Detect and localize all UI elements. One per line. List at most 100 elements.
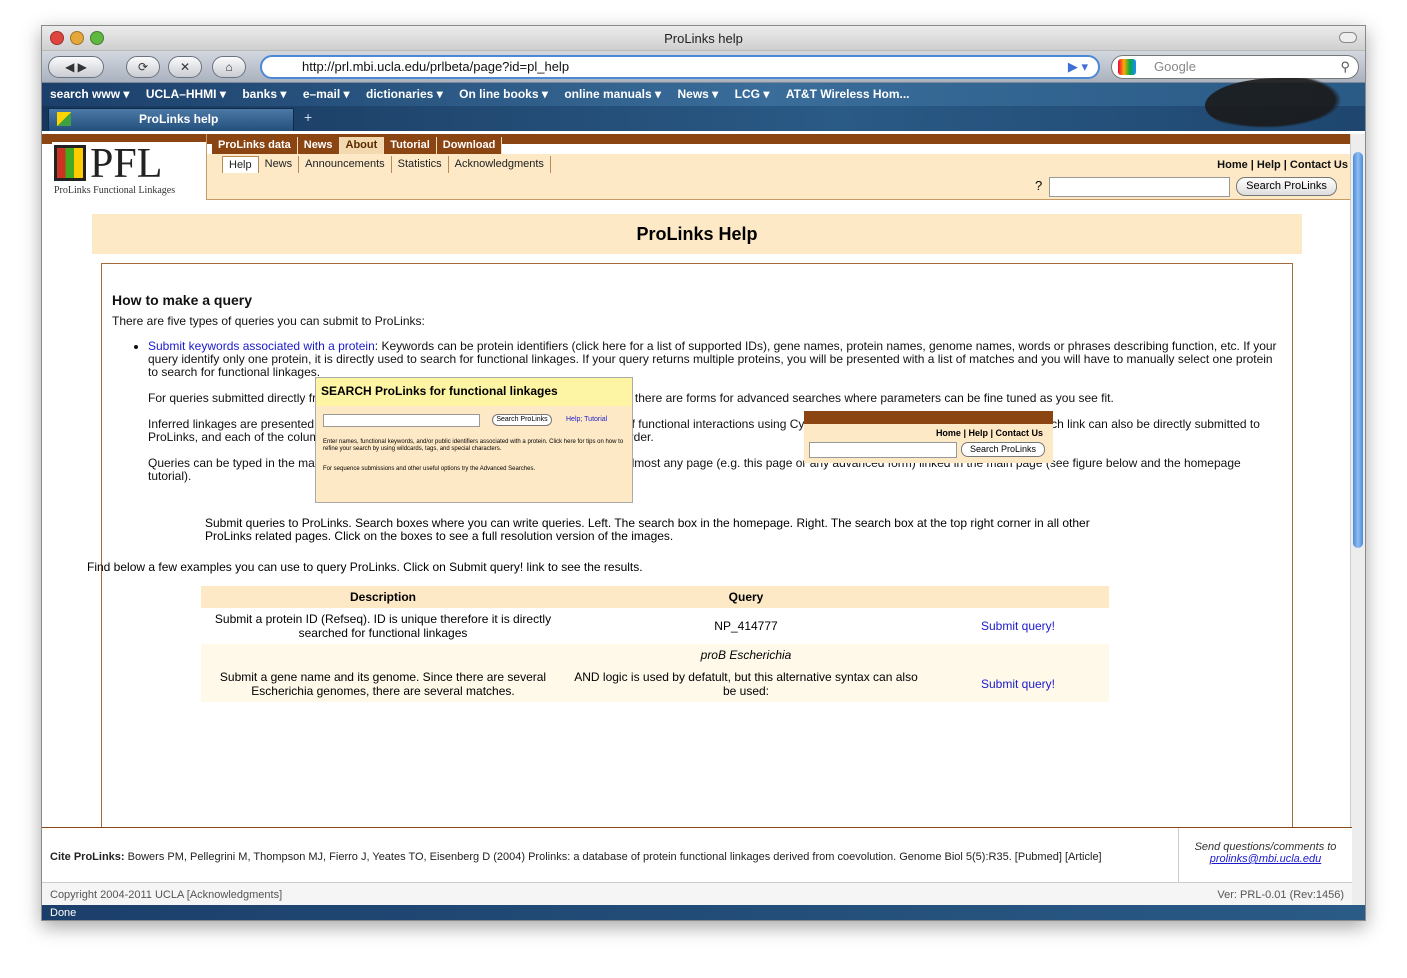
row3-query: AND logic is used by defatult, but this … [574,670,918,698]
bookmark-online-manuals[interactable]: online manuals ▾ [564,87,661,101]
homepage-search-screenshot[interactable]: SEARCH ProLinks for functional linkages … [315,377,633,503]
nav-prolinks-data[interactable]: ProLinks data [212,137,298,154]
row2-query: proB Escherichia [700,648,792,662]
web-search-field[interactable]: Google ⚲ [1111,55,1359,79]
subnav-help[interactable]: Help [222,156,259,173]
row3-submit-link[interactable]: Submit query! [981,677,1055,691]
table-row: Submit a protein ID (Refseq). ID is uniq… [201,608,1109,644]
page-content: PFL ProLinks Functional Linkages ProLink… [42,134,1352,827]
copyright-text: Copyright 2004-2011 UCLA [Acknowledgment… [50,889,283,901]
search-placeholder: Google [1154,59,1196,74]
search-prolinks-button[interactable]: Search ProLinks [1236,177,1337,196]
scroll-thumb[interactable] [1353,152,1363,548]
submit-keywords-link[interactable]: Submit keywords associated with a protei… [148,339,375,353]
window-title: ProLinks help [664,31,743,46]
col-action [927,586,1109,608]
row1-description: Submit a protein ID (Refseq). ID is uniq… [214,612,552,640]
bookmark-search-www[interactable]: search www ▾ [50,87,129,101]
page-title: ProLinks Help [92,214,1302,254]
subnav-news[interactable]: News [259,156,300,173]
subnav-acknowledgments[interactable]: Acknowledgments [449,156,551,173]
pfl-logo[interactable]: PFL ProLinks Functional Linkages [52,141,206,200]
version-text: Ver: PRL-0.01 (Rev:1456) [1217,889,1344,901]
status-bar: Done [42,905,1365,920]
home-button[interactable]: ⌂ [212,56,246,78]
bookmark-news[interactable]: News ▾ [678,87,719,101]
tab-prolinks-help[interactable]: ProLinks help [48,108,294,131]
nav-about[interactable]: About [339,137,385,154]
cite-label: Cite ProLinks: [50,851,125,863]
go-arrow-icon[interactable]: ▶ ▾ [1068,57,1088,77]
shot2-button: Search ProLinks [961,442,1045,457]
logo-subtitle: ProLinks Functional Linkages [54,185,176,196]
back-button[interactable]: ◀ ▶ [48,56,104,78]
cite-text: Bowers PM, Pellegrini M, Thompson MJ, Fi… [127,851,1102,863]
home-help-contact-links[interactable]: Home | Help | Contact Us [1217,159,1348,171]
row1-submit-link[interactable]: Submit query! [981,619,1055,633]
bullet-keywords: Submit keywords associated with a protei… [148,340,1282,379]
table-row: Submit a gene name and its genome. Since… [201,666,1109,702]
col-query: Query [565,586,927,608]
bookmark-lcg[interactable]: LCG ▾ [735,87,770,101]
tab-bar: ProLinks help + [42,78,1365,133]
figure-caption: Submit queries to ProLinks. Search boxes… [205,516,1090,543]
shot2-links: Home | Help | Contact Us [935,428,1043,438]
bookmarks-bar: search www ▾ UCLA–HHMI ▾ banks ▾ e–mail … [42,83,1365,106]
top-navigation: ProLinks data News About Tutorial Downlo… [212,137,503,154]
tab-label: ProLinks help [139,112,219,126]
subnav-announcements[interactable]: Announcements [299,156,392,173]
vertical-scrollbar[interactable] [1350,134,1365,905]
row2-action [927,644,1109,666]
shot-button: Search ProLinks [492,414,552,426]
address-bar[interactable]: http://prl.mbi.ucla.edu/prlbeta/page?id=… [260,55,1100,79]
logo-mark-icon [54,145,86,181]
bookmark-dictionaries[interactable]: dictionaries ▾ [366,87,443,101]
subnav-statistics[interactable]: Statistics [392,156,449,173]
section-heading: How to make a query [112,292,253,308]
logo-text: PFL [90,141,163,187]
magnifier-icon[interactable]: ⚲ [1340,56,1350,78]
favicon-icon [57,112,71,126]
table-header-row: Description Query [201,586,1109,608]
copyright-bar: Copyright 2004-2011 UCLA [Acknowledgment… [42,882,1352,906]
bookmark-ucla-hhmi[interactable]: UCLA–HHMI ▾ [146,87,226,101]
shot-input [323,414,480,427]
bookmark-att[interactable]: AT&T Wireless Hom... [786,87,910,101]
site-search-row: ? Search ProLinks [207,176,1352,200]
browser-window: ProLinks help ◀ ▶ ⟳ ✕ ⌂ http://prl.mbi.u… [41,25,1366,921]
contact-box: Send questions/comments to prolinks@mbi.… [1178,828,1352,882]
help-section: How to make a query There are five types… [101,263,1293,827]
shot-line1: Enter names, functional keywords, and/or… [323,439,624,452]
bookmark-online-books[interactable]: On line books ▾ [459,87,548,101]
row3-description: Submit a gene name and its genome. Since… [219,670,547,698]
row2-description [201,644,565,666]
bookmark-banks[interactable]: banks ▾ [242,87,286,101]
help-question-icon[interactable]: ? [1035,178,1042,193]
shot2-input [809,442,957,458]
corner-search-screenshot[interactable]: Home | Help | Contact Us Search ProLinks [804,411,1053,463]
contact-text: Send questions/comments to [1194,841,1337,853]
nav-download[interactable]: Download [436,137,503,154]
shot-title: SEARCH ProLinks for functional linkages [316,378,632,406]
citation: Cite ProLinks: Bowers PM, Pellegrini M, … [50,851,1102,863]
google-icon [1118,59,1136,75]
examples-table: Description Query Submit a protein ID (R… [201,586,1109,702]
contact-email-link[interactable]: prolinks@mbi.ucla.edu [1210,853,1321,865]
sub-navigation: Help News Announcements Statistics Ackno… [207,154,1352,176]
url-text: http://prl.mbi.ucla.edu/prlbeta/page?id=… [302,59,570,74]
page-footer: Cite ProLinks: Bowers PM, Pellegrini M, … [42,827,1352,906]
reload-button[interactable]: ⟳ [126,56,160,78]
new-tab-button[interactable]: + [304,109,312,125]
row1-query: NP_414777 [714,619,778,633]
intro-text: There are five types of queries you can … [112,314,425,328]
prolinks-search-input[interactable] [1049,177,1230,197]
title-bar: ProLinks help [42,26,1365,51]
nav-news[interactable]: News [297,137,340,154]
toolbar-toggle-button[interactable] [1339,32,1357,43]
nav-tutorial[interactable]: Tutorial [384,137,437,154]
col-description: Description [201,586,565,608]
table-row: proB Escherichia [201,644,1109,666]
stop-button[interactable]: ✕ [168,56,202,78]
shot2-strip [804,411,1053,424]
bookmark-email[interactable]: e–mail ▾ [303,87,350,101]
